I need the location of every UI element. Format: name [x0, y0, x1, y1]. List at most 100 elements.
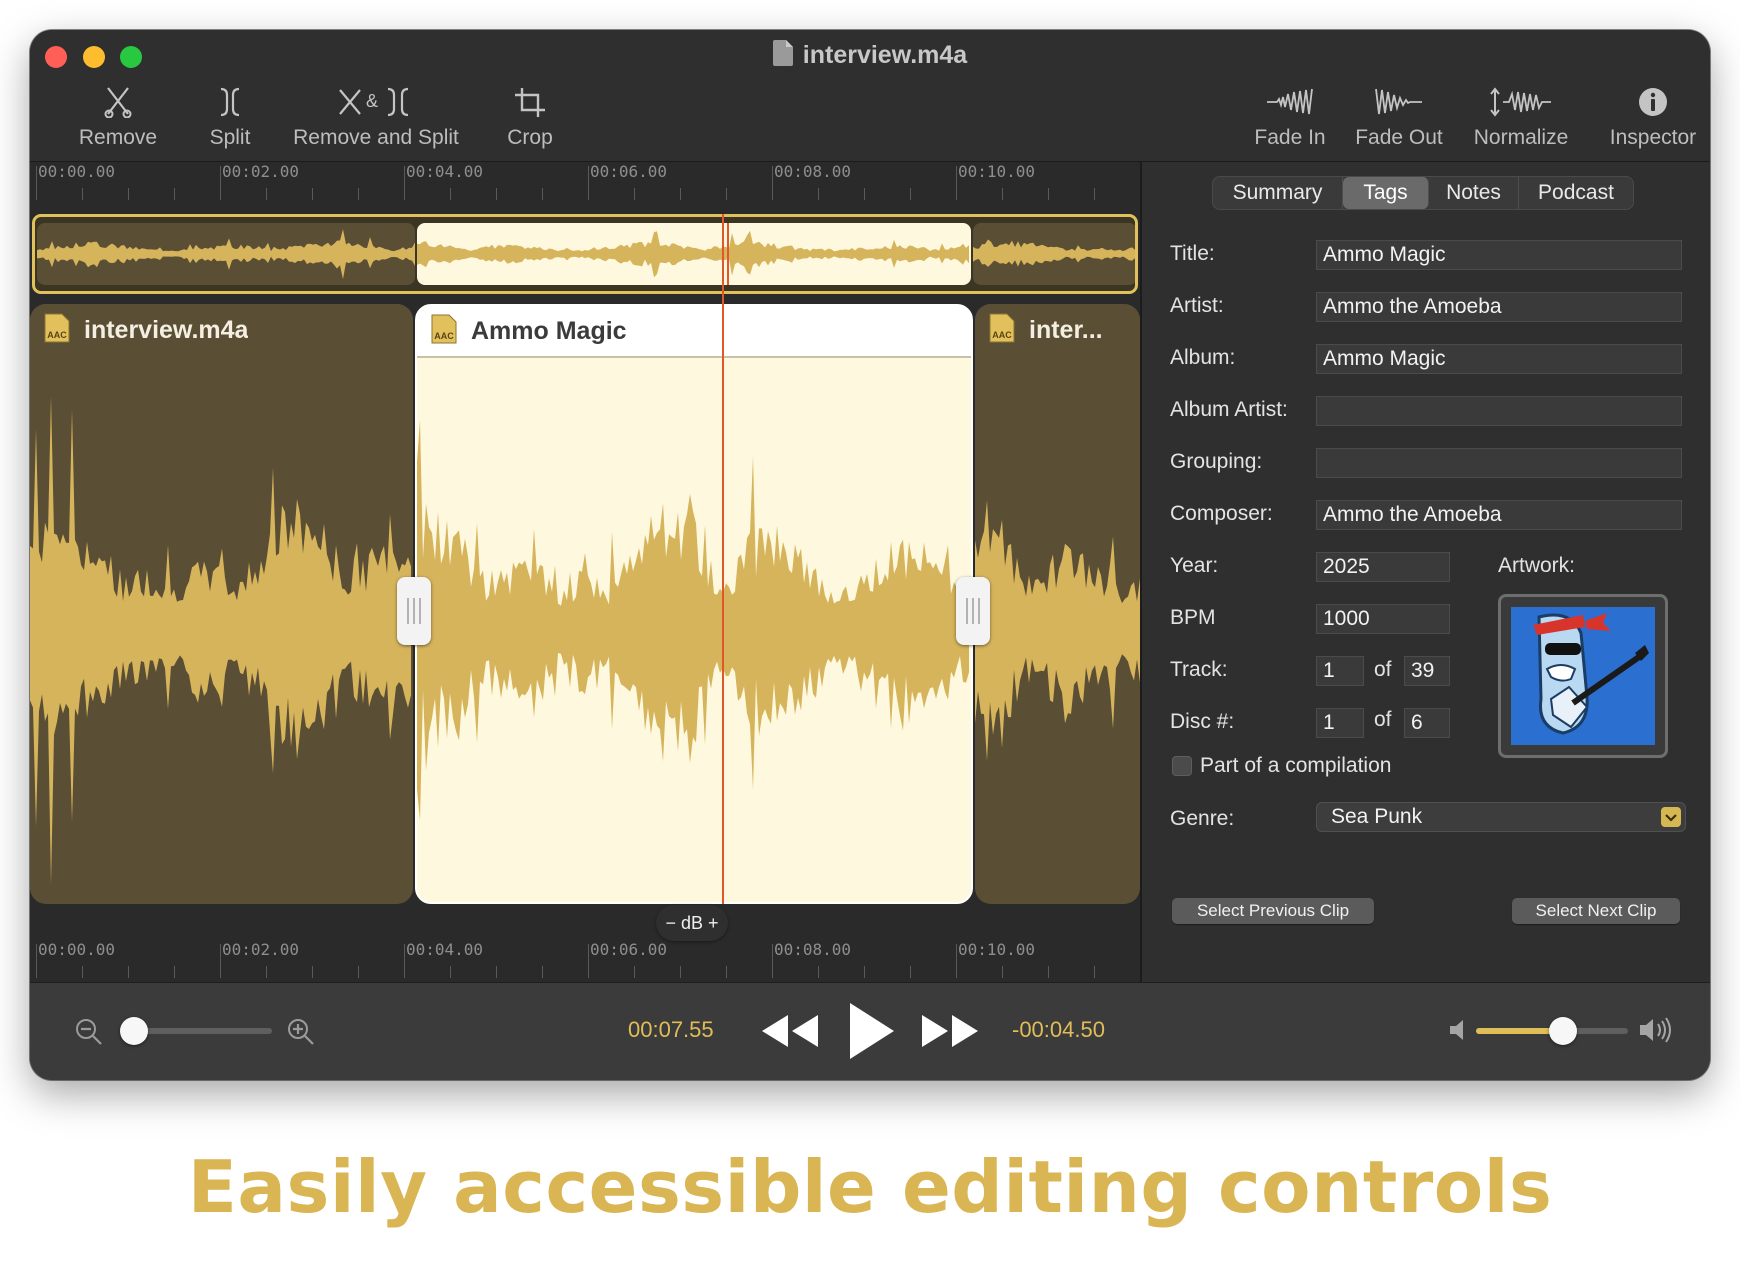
inspector-panel: Summary Tags Notes Podcast Title: Ammo M…	[1140, 162, 1710, 982]
playhead[interactable]	[722, 214, 724, 904]
ruler-tick-label: 00:04.00	[406, 940, 484, 959]
crop-label: Crop	[507, 126, 553, 149]
fast-forward-button[interactable]	[920, 1011, 980, 1056]
aac-file-icon: AAC	[44, 313, 70, 348]
volume-slider-knob[interactable]	[1548, 1017, 1577, 1045]
artwork-image	[1511, 607, 1655, 745]
tab-tags[interactable]: Tags	[1343, 177, 1429, 209]
ruler-tick	[1048, 188, 1049, 200]
artist-field[interactable]: Ammo the Amoeba	[1316, 292, 1682, 322]
year-label: Year:	[1170, 554, 1219, 577]
track-total-field[interactable]: 39	[1404, 656, 1450, 686]
top-timeline-ruler[interactable]: 00:00.00 00:02.00 00:04.00 00:06.00 00:08.00…	[30, 162, 1140, 204]
normalize-button[interactable]: Normalize	[1446, 82, 1596, 150]
waveform-shape	[417, 230, 969, 278]
clip-interview[interactable]: AAC interview.m4a	[30, 304, 413, 904]
ruler-tick	[128, 966, 129, 978]
album-field[interactable]: Ammo Magic	[1316, 344, 1682, 374]
clip-name: interview.m4a	[84, 315, 249, 344]
overview-strip[interactable]	[32, 214, 1138, 294]
ruler-tick	[864, 188, 865, 200]
disc-of-label: of	[1374, 708, 1392, 731]
play-button[interactable]	[846, 1001, 896, 1066]
overview-clip-2[interactable]	[417, 223, 971, 285]
year-field[interactable]: 2025	[1316, 552, 1450, 582]
play-icon	[850, 1003, 894, 1059]
ruler-tick	[450, 188, 451, 200]
overview-clip-1[interactable]	[37, 223, 415, 285]
ruler-tick	[956, 166, 957, 200]
zoom-out-icon[interactable]	[74, 1017, 104, 1052]
genre-select[interactable]: Sea Punk	[1316, 802, 1686, 832]
clip-ammo-magic[interactable]: AAC Ammo Magic	[415, 304, 973, 904]
artist-label: Artist:	[1170, 294, 1224, 317]
compilation-checkbox[interactable]	[1172, 756, 1192, 776]
ruler-tick	[1094, 966, 1095, 978]
ruler-tick	[680, 188, 681, 200]
crop-button[interactable]: Crop	[470, 82, 590, 150]
ruler-tick	[634, 188, 635, 200]
ruler-tick	[772, 166, 773, 200]
remove-and-split-button[interactable]: & Remove and Split	[266, 82, 486, 150]
zoom-slider-knob[interactable]	[120, 1017, 148, 1045]
ruler-tick	[404, 166, 405, 200]
disc-number-field[interactable]: 1	[1316, 708, 1364, 738]
window-title: interview.m4a	[30, 40, 1710, 73]
bpm-label: BPM	[1170, 606, 1216, 629]
tab-notes[interactable]: Notes	[1429, 177, 1519, 209]
genre-label: Genre:	[1170, 807, 1235, 830]
ruler-tick	[588, 944, 589, 978]
bottom-timeline-ruler[interactable]: 00:00.00 00:02.00 00:04.00 00:06.00 00:08.00…	[30, 940, 1140, 982]
grouping-label: Grouping:	[1170, 450, 1263, 473]
composer-field[interactable]: Ammo the Amoeba	[1316, 500, 1682, 530]
overview-clip-3[interactable]	[973, 223, 1135, 285]
inspector-button[interactable]: Inspector	[1596, 82, 1710, 150]
ruler-tick	[910, 966, 911, 978]
album-artist-field[interactable]	[1316, 396, 1682, 426]
disc-total-field[interactable]: 6	[1404, 708, 1450, 738]
crop-icon	[470, 82, 590, 122]
waveform-shape	[975, 500, 1140, 761]
info-icon	[1596, 82, 1710, 122]
gain-db-control[interactable]: − dB +	[656, 905, 728, 941]
svg-text:AAC: AAC	[47, 330, 67, 340]
inspector-label: Inspector	[1609, 126, 1697, 149]
document-icon	[772, 40, 793, 73]
ruler-tick	[312, 966, 313, 978]
clip-name: inter...	[1029, 315, 1103, 344]
clip-header: AAC Ammo Magic	[417, 306, 971, 358]
select-next-clip-button[interactable]: Select Next Clip	[1512, 898, 1680, 924]
ruler-tick-label: 00:04.00	[406, 162, 484, 181]
clip-end-trim-handle[interactable]	[956, 577, 990, 645]
artwork-well[interactable]	[1498, 594, 1668, 758]
zoom-in-icon[interactable]	[286, 1017, 316, 1052]
grouping-field[interactable]	[1316, 448, 1682, 478]
track-number-field[interactable]: 1	[1316, 656, 1364, 686]
select-previous-clip-button[interactable]: Select Previous Clip	[1172, 898, 1374, 924]
fade-in-button[interactable]: Fade In	[1230, 82, 1350, 150]
ruler-tick-label: 00:10.00	[958, 162, 1036, 181]
clip-waveform	[417, 420, 969, 821]
album-artist-label: Album Artist:	[1170, 398, 1288, 421]
ruler-tick	[358, 188, 359, 200]
album-label: Album:	[1170, 346, 1236, 369]
title-field[interactable]: Ammo Magic	[1316, 240, 1682, 270]
rewind-icon	[762, 1015, 818, 1047]
rewind-button[interactable]	[760, 1011, 820, 1056]
title-label: Title:	[1170, 242, 1215, 265]
aac-file-icon: AAC	[431, 314, 457, 349]
ruler-tick	[910, 188, 911, 200]
clip-interview-2[interactable]: AAC inter...	[975, 304, 1140, 904]
ruler-tick-label: 00:10.00	[958, 940, 1036, 959]
bpm-field[interactable]: 1000	[1316, 604, 1450, 634]
fade-out-button[interactable]: Fade Out	[1334, 82, 1464, 150]
tab-summary[interactable]: Summary	[1213, 177, 1343, 209]
waveform-editor[interactable]: 00:00.00 00:02.00 00:04.00 00:06.00 00:08.00…	[30, 162, 1140, 982]
clip-name: Ammo Magic	[471, 316, 627, 345]
ruler-tick-label: 00:08.00	[774, 940, 852, 959]
clip-start-trim-handle[interactable]	[397, 577, 431, 645]
chevron-down-icon	[1661, 807, 1681, 827]
tab-podcast[interactable]: Podcast	[1519, 177, 1633, 209]
svg-text:AAC: AAC	[992, 330, 1012, 340]
overview-playhead	[727, 223, 729, 285]
